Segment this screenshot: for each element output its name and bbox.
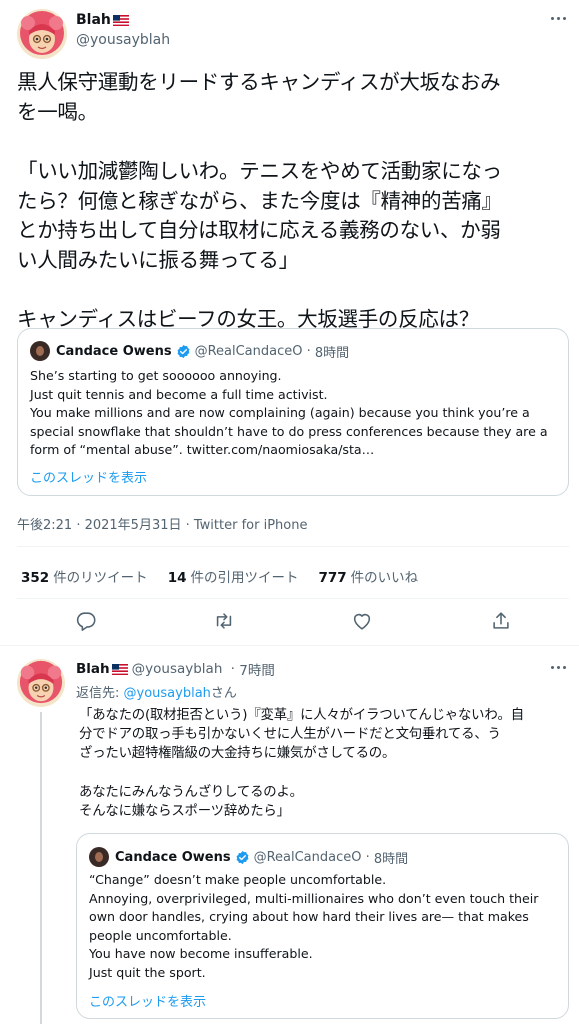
tweet-actions [17,610,569,636]
reply-to-prefix: 返信先: [76,686,124,701]
verified-badge-icon [177,344,190,358]
likes-label: 件のいいね [350,570,419,586]
retweets-stat[interactable]: 352 件のリツイート [21,566,148,586]
quoted-tweet-header: Candace Owens @RealCandaceO · 8時間 [30,341,349,361]
reply-text-line: 「あなたの(取材拒否という)『変革』に人々がイラついてんじゃないわ。自 [79,708,524,723]
tweet-text-line: を一喝。 [17,99,98,124]
reply-to: 返信先: @yousayblahさん [76,682,237,701]
quoted-text-line: form of “mental abuse”. twitter.com/naom… [30,442,375,458]
author-name[interactable]: Blah [76,12,111,28]
reply-header: Blah @yousayblah · 7時間 [76,659,275,679]
show-thread-link[interactable]: このスレッドを表示 [89,991,206,1010]
quoted-text-line: Annoying, overprivileged, multi-milliona… [89,890,539,906]
author-avatar[interactable] [17,9,67,59]
quoted-time: 8時間 [373,851,409,867]
quoted-text-line: Just quit the sport. [89,964,206,980]
quoted-author-name: Candace Owens [56,343,172,359]
reply-author-handle[interactable]: @yousayblah [132,661,223,677]
reply-to-suffix: さん [210,686,237,701]
quoted-text-line: own door handles, crying about how hard … [89,909,529,925]
quoted-tweet-text: “Change” doesn’t make people uncomfortab… [89,871,564,983]
tweet-timestamp[interactable]: 午後2:21 · 2021年5月31日 · Twitter for iPhone [17,514,307,533]
main-tweet: Blah @yousayblah 黒人保守運動をリードするキャンディスが大坂なお… [0,0,579,656]
quoted-text-line: Just quit tennis and become a full time … [30,386,328,402]
divider [17,546,569,547]
tweet-text-line: 「いい加減鬱陶しいわ。テニスをやめて活動家になっ [17,159,502,183]
author-handle[interactable]: @yousayblah [76,32,170,48]
quoted-text-line: She’s starting to get soooooo annoying. [30,368,282,383]
likes-count: 777 [318,570,347,586]
quoted-avatar [30,341,50,361]
verified-badge-icon [236,850,249,864]
retweet-icon[interactable] [213,610,235,632]
thread-line [40,712,42,1024]
share-icon[interactable] [490,610,512,632]
reply-icon[interactable] [75,610,97,632]
show-thread-link[interactable]: このスレッドを表示 [30,467,147,486]
likes-stat[interactable]: 777 件のいいね [318,566,418,586]
us-flag-icon [112,14,129,26]
tweet-text: 黒人保守運動をリードするキャンディスが大坂なおみ を一喝。 「いい加減鬱陶しいわ… [17,68,567,335]
quoted-text-line: people uncomfortable. [89,927,232,943]
reply-author-name[interactable]: Blah [76,661,110,677]
reply-quoted-tweet[interactable]: Candace Owens @RealCandaceO · 8時間 “Chang… [76,833,569,1019]
reply-text-line: あなたにみんなうんざりしてるのよ。 [79,784,303,800]
retweets-count: 352 [21,570,50,586]
quoted-tweet[interactable]: Candace Owens @RealCandaceO · 8時間 She’s … [17,328,569,496]
quoted-author-handle: @RealCandaceO [194,343,303,359]
quoted-tweet-text: She’s starting to get soooooo annoying. … [30,367,560,460]
retweets-label: 件のリツイート [53,570,148,586]
heart-icon[interactable] [351,610,373,632]
quoted-text-line: You have now become insufferable. [89,946,313,962]
reply-author-avatar[interactable] [17,659,65,707]
reply-time[interactable]: 7時間 [239,659,275,679]
author-name-row[interactable]: Blah [76,12,129,28]
us-flag-icon [111,663,128,675]
reply-text-line: そんなに嫌ならスポーツ辞めたら」 [79,803,290,819]
quoted-author-handle: @RealCandaceO [253,849,362,865]
quotes-count: 14 [167,570,187,586]
reply-to-handle[interactable]: @yousayblah [124,686,211,701]
divider [17,598,569,599]
tweet-stats: 352 件のリツイート 14 件の引用ツイート 777 件のいいね [21,566,438,586]
more-icon[interactable] [543,657,573,677]
more-icon[interactable] [543,8,573,28]
quoted-time: 8時間 [314,345,350,361]
quoted-text-line: “Change” doesn’t make people uncomfortab… [89,872,387,887]
tweet-text-line: たら？何億と稼ぎながら、また今度は『精神的苦痛』 [17,188,502,213]
tweet-text-line: い人間みたいに振る舞ってる」 [17,247,299,272]
quoted-tweet-header: Candace Owens @RealCandaceO · 8時間 [89,847,408,867]
tweet-text-line: とか持ち出して自分は取材に応える義務のない、か弱 [17,218,501,242]
reply-text-line: 分でドアの取っ手も引かないくせに人生がハードだと文句垂れてる、う [79,727,501,743]
section-separator [0,645,579,646]
quoted-text-line: special snowflake that shouldn’t have to… [30,423,548,439]
quotes-stat[interactable]: 14 件の引用ツイート [168,566,299,586]
reply-text: 「あなたの(取材拒否という)『変革』に人々がイラついてんじゃないわ。自 分でドア… [79,706,571,821]
quotes-label: 件の引用ツイート [190,570,299,586]
reply-text-line: ざったい超特権階級の大金持ちに嫌気がさしてるの。 [79,746,396,762]
quoted-text-line: You make millions and are now complainin… [30,405,530,421]
quoted-author-name: Candace Owens [115,849,231,865]
quoted-avatar [89,847,109,867]
tweet-text-line: 黒人保守運動をリードするキャンディスが大坂なおみ [17,70,501,94]
